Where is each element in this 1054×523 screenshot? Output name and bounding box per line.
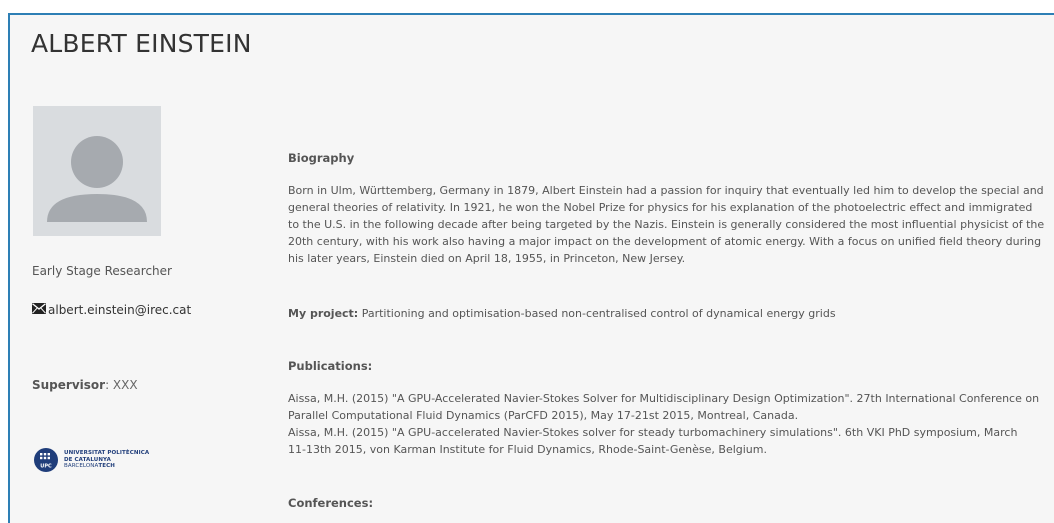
publication-item: 11-13th 2015, von Karman Institute for F… <box>288 443 767 456</box>
publication-item: Aissa, M.H. (2015) "A GPU-Accelerated Na… <box>288 392 1040 405</box>
supervisor-value: : XXX <box>105 378 138 392</box>
email-row[interactable]: albert.einstein@irec.cat <box>32 303 191 317</box>
avatar <box>33 106 161 236</box>
upc-logo-icon: UPC <box>34 448 58 472</box>
publications-list: Aissa, M.H. (2015) "A GPU-Accelerated Na… <box>288 390 1048 458</box>
user-silhouette-icon <box>47 136 147 222</box>
publications-heading: Publications: <box>288 359 373 373</box>
biography-text: Born in Ulm, Württemberg, Germany in 187… <box>288 184 1045 265</box>
supervisor-label: Supervisor <box>32 378 106 392</box>
university-logo[interactable]: UPC UNIVERSITAT POLITÈCNICA DE CATALUNYA… <box>34 448 149 472</box>
publication-item: Aissa, M.H. (2015) "A GPU-accelerated Na… <box>288 426 1018 439</box>
publication-item: Parallel Computational Fluid Dynamics (P… <box>288 409 799 422</box>
page-title: ALBERT EINSTEIN <box>31 29 252 58</box>
project-text: My project: Partitioning and optimisatio… <box>288 305 1048 322</box>
email-link[interactable]: albert.einstein@irec.cat <box>48 303 191 317</box>
role-text: Early Stage Researcher <box>32 264 172 278</box>
project-label: My project: <box>288 307 359 320</box>
conferences-heading: Conferences: <box>288 496 374 510</box>
envelope-icon <box>32 303 46 317</box>
supervisor-text: Supervisor: XXX <box>32 378 138 392</box>
svg-text:UPC: UPC <box>40 464 52 470</box>
biography-heading: Biography <box>288 151 355 165</box>
project-title: Partitioning and optimisation-based non-… <box>358 307 836 320</box>
logo-text: UNIVERSITAT POLITÈCNICA DE CATALUNYA BAR… <box>64 450 150 470</box>
profile-panel: ALBERT EINSTEIN Early Stage Researcher a… <box>8 13 1054 523</box>
